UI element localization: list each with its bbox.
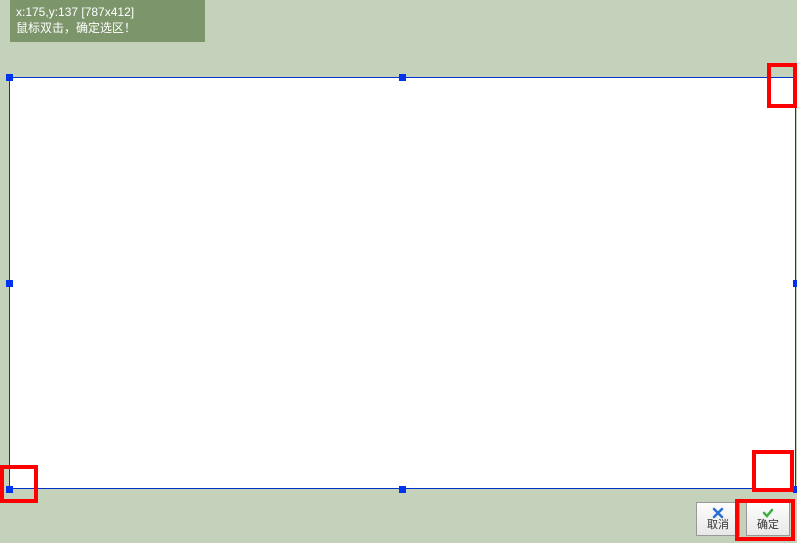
handle-middle-right[interactable] (793, 280, 797, 287)
close-icon (712, 507, 724, 519)
selection-tooltip: x:175,y:137 [787x412] 鼠标双击，确定选区！ (10, 0, 205, 42)
cancel-label: 取消 (707, 519, 729, 532)
highlight-box (0, 465, 38, 503)
cancel-button[interactable]: 取消 (696, 502, 740, 536)
handle-bottom-center[interactable] (399, 486, 406, 493)
highlight-box (735, 499, 795, 541)
tooltip-hint: 鼠标双击，确定选区！ (16, 20, 199, 36)
handle-top-left[interactable] (6, 74, 13, 81)
handle-middle-left[interactable] (6, 280, 13, 287)
highlight-box (752, 450, 794, 492)
selection-region[interactable] (9, 77, 796, 489)
tooltip-coords: x:175,y:137 [787x412] (16, 4, 199, 20)
highlight-box (767, 63, 797, 108)
handle-top-center[interactable] (399, 74, 406, 81)
